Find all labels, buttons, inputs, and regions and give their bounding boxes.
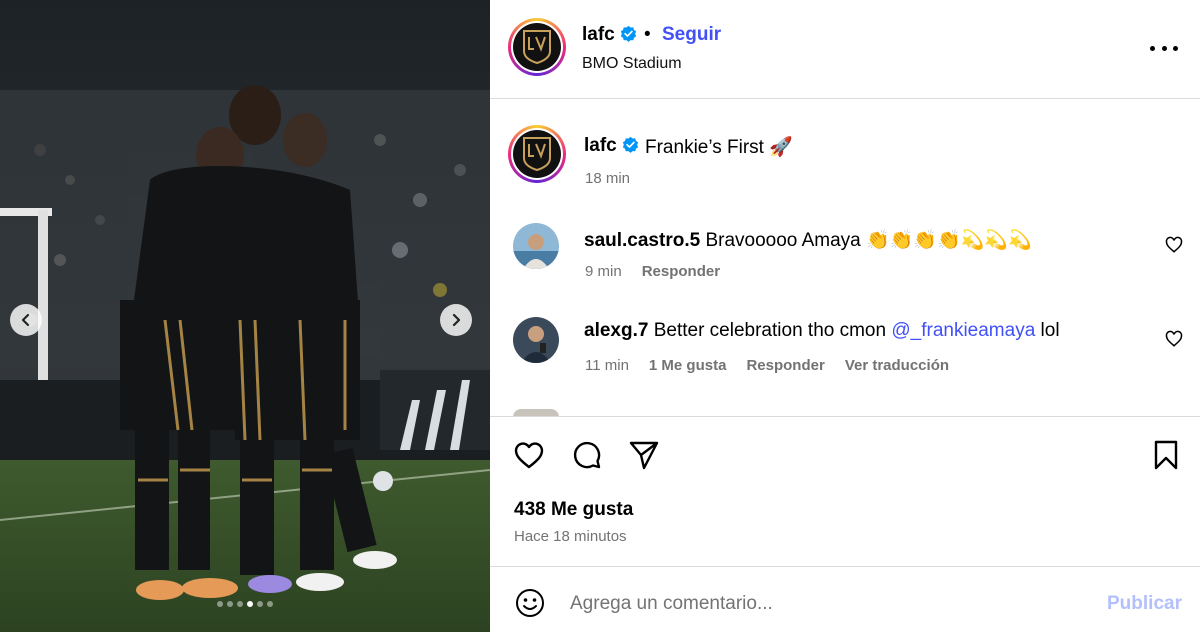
comment-username[interactable]: saul.castro.5 [584, 230, 700, 251]
comment-body: Bravooooo Amaya 👏👏👏👏💫💫💫 [700, 230, 1032, 251]
lafc-logo [513, 23, 561, 71]
carousel-dot [237, 601, 243, 607]
carousel-dot [227, 601, 233, 607]
caption-text: Frankie’s First 🚀 [645, 137, 793, 158]
author-avatar[interactable] [508, 18, 566, 76]
translate-button[interactable]: Ver traducción [845, 357, 949, 374]
carousel-next-button[interactable] [440, 304, 472, 336]
carousel-dot [257, 601, 263, 607]
comment-time[interactable]: 11 min [585, 357, 629, 374]
comment-body: Better celebration tho cmon [648, 320, 892, 341]
caption-avatar[interactable] [508, 125, 566, 183]
comment-text: alexg.7 Better celebration tho cmon @_fr… [584, 320, 1060, 342]
comment-text: saul.castro.5 Bravooooo Amaya 👏👏👏👏💫💫💫 [584, 228, 1032, 252]
post-panel: lafc • Seguir BMO Stadium lafc Frankie’s… [490, 0, 1200, 632]
author-username[interactable]: lafc [582, 24, 637, 46]
publish-button[interactable]: Publicar [1107, 593, 1182, 615]
comment-body-end: lol [1035, 320, 1060, 341]
reply-button[interactable]: Responder [746, 357, 824, 374]
comment-likes[interactable]: 1 Me gusta [649, 357, 727, 374]
send-icon[interactable] [627, 438, 661, 472]
comment-meta: 11 min 1 Me gusta Responder Ver traducci… [585, 357, 949, 374]
username-text: lafc [582, 24, 615, 45]
mention-link[interactable]: @_frankieamaya [891, 320, 1035, 341]
chevron-left-icon [21, 313, 30, 327]
comment-icon[interactable] [570, 438, 604, 472]
post-photo [0, 0, 490, 632]
comment-input[interactable] [570, 590, 1090, 618]
commenter-avatar[interactable] [513, 317, 559, 363]
emoji-icon[interactable] [514, 587, 546, 619]
carousel-dot [267, 601, 273, 607]
bookmark-icon[interactable] [1149, 438, 1183, 472]
post-location[interactable]: BMO Stadium [582, 55, 682, 73]
carousel-dot [247, 601, 253, 607]
likes-count[interactable]: 438 Me gusta [514, 499, 633, 521]
header-divider [490, 98, 1200, 99]
heart-icon[interactable] [512, 438, 546, 472]
verified-badge-icon [622, 136, 639, 153]
more-options-icon[interactable] [1150, 36, 1178, 60]
comment-heart-icon[interactable] [1165, 236, 1183, 254]
verified-badge-icon [620, 25, 637, 42]
comment-time[interactable]: 9 min [585, 263, 622, 280]
post-timestamp[interactable]: Hace 18 minutos [514, 528, 627, 545]
comment-heart-icon[interactable] [1165, 330, 1183, 348]
follow-button[interactable]: Seguir [662, 24, 721, 46]
carousel-prev-button[interactable] [10, 304, 42, 336]
caption-username[interactable]: lafc [584, 135, 639, 157]
chevron-right-icon [452, 313, 461, 327]
carousel-dot [217, 601, 223, 607]
composer-divider [490, 566, 1200, 567]
comment-meta: 9 min Responder [585, 263, 720, 280]
carousel-indicator [0, 601, 490, 607]
post-media[interactable] [0, 0, 490, 632]
comments-divider [490, 416, 1200, 417]
commenter-avatar[interactable] [513, 223, 559, 269]
lafc-logo [513, 130, 561, 178]
username-text: lafc [584, 135, 617, 156]
caption-time: 18 min [585, 170, 631, 187]
reply-button[interactable]: Responder [642, 263, 720, 280]
separator-dot: • [644, 24, 651, 45]
comment-username[interactable]: alexg.7 [584, 320, 648, 341]
